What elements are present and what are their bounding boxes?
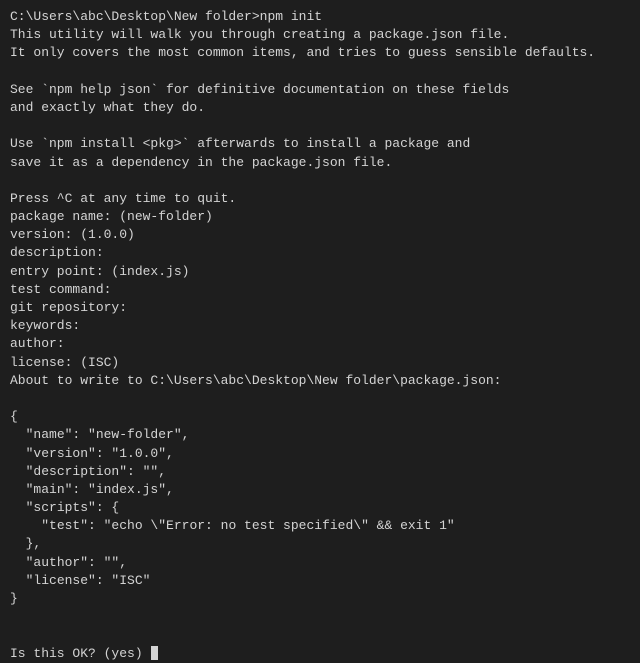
- prompt-path: C:\Users\abc\Desktop\New folder>: [10, 9, 260, 24]
- json-line: "main": "index.js",: [10, 481, 630, 499]
- json-line: "scripts": {: [10, 499, 630, 517]
- json-line: },: [10, 535, 630, 553]
- json-line: "author": "",: [10, 554, 630, 572]
- field-version: version: (1.0.0): [10, 226, 630, 244]
- json-line: "version": "1.0.0",: [10, 445, 630, 463]
- command-prompt-line: C:\Users\abc\Desktop\New folder>npm init: [10, 8, 630, 26]
- json-line: }: [10, 590, 630, 608]
- intro-line: save it as a dependency in the package.j…: [10, 154, 630, 172]
- field-keywords: keywords:: [10, 317, 630, 335]
- quit-hint-line: Press ^C at any time to quit.: [10, 190, 630, 208]
- blank-line: [10, 608, 630, 626]
- intro-line: and exactly what they do.: [10, 99, 630, 117]
- cursor-icon: [151, 646, 158, 660]
- intro-line: Use `npm install <pkg>` afterwards to in…: [10, 135, 630, 153]
- field-author: author:: [10, 335, 630, 353]
- json-line: "name": "new-folder",: [10, 426, 630, 444]
- typed-command: npm init: [260, 9, 322, 24]
- blank-line: [10, 63, 630, 81]
- confirm-prompt-text: Is this OK? (yes): [10, 646, 150, 661]
- intro-line: See `npm help json` for definitive docum…: [10, 81, 630, 99]
- terminal-input[interactable]: [150, 646, 158, 661]
- field-entry-point: entry point: (index.js): [10, 263, 630, 281]
- field-description: description:: [10, 244, 630, 262]
- confirm-prompt-line: Is this OK? (yes): [10, 645, 630, 663]
- field-git-repository: git repository:: [10, 299, 630, 317]
- about-to-write-line: About to write to C:\Users\abc\Desktop\N…: [10, 372, 630, 390]
- blank-line: [10, 117, 630, 135]
- json-line: {: [10, 408, 630, 426]
- json-line: "description": "",: [10, 463, 630, 481]
- field-test-command: test command:: [10, 281, 630, 299]
- json-line: "license": "ISC": [10, 572, 630, 590]
- blank-line: [10, 390, 630, 408]
- field-license: license: (ISC): [10, 354, 630, 372]
- blank-line: [10, 172, 630, 190]
- field-package-name: package name: (new-folder): [10, 208, 630, 226]
- blank-line: [10, 626, 630, 644]
- intro-line: It only covers the most common items, an…: [10, 44, 630, 62]
- intro-line: This utility will walk you through creat…: [10, 26, 630, 44]
- json-line: "test": "echo \"Error: no test specified…: [10, 517, 630, 535]
